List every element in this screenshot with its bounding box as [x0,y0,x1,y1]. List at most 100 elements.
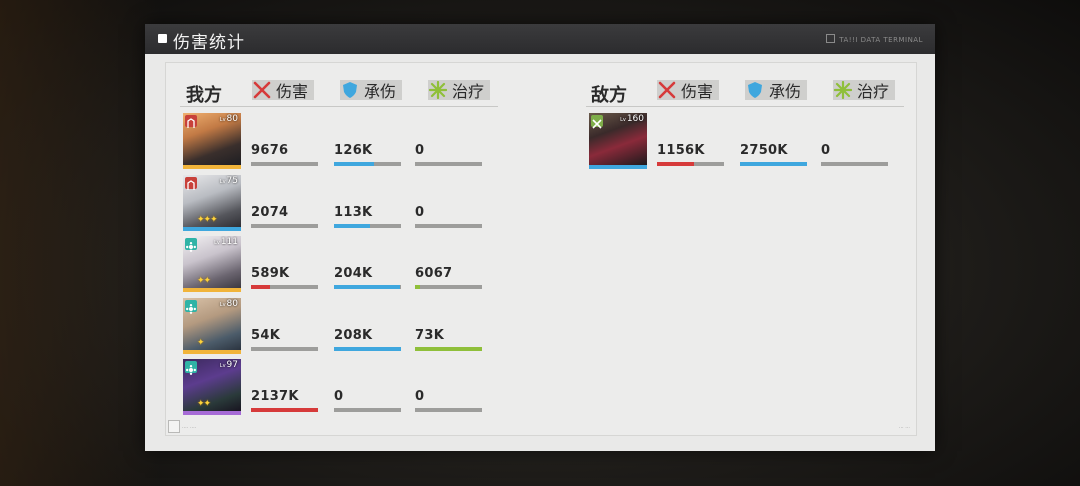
enemy-damage-label: 伤害 [681,82,714,101]
ally-2-taken-value: 113K [334,204,373,220]
medic-icon [185,361,197,375]
ally-3-damage-fill [251,285,270,289]
ally-5-rarity-bar [183,411,241,415]
ally-3-taken-track [334,285,401,289]
enemy-1-taken-value: 2750K [740,143,788,158]
ally-2-damage: 2074 [251,204,318,228]
level-prefix: Lv [620,117,626,123]
ally-3-damage-value: 589K [251,266,290,281]
enemy-1-taken-fill [740,162,807,166]
corner-doc-icon [168,420,180,433]
ally-3-heal-fill [415,285,421,289]
ally-heal-label: 治疗 [452,82,485,101]
ally-3-taken-fill [334,285,400,289]
ally-4-damage-track [251,346,318,351]
ally-1-taken-track [334,162,401,166]
crossed-swords-icon [657,80,677,100]
level-value: 80 [226,298,238,309]
ally-2-taken-track [334,223,401,228]
vanguard-icon [185,176,197,190]
level-prefix: Lv [219,117,226,123]
level-value: 75 [226,175,238,186]
level-prefix: Lv [219,363,226,369]
enemy-1-taken: 2750K [740,143,807,166]
heal-sparkle-icon [428,80,448,100]
enemy-1-heal-track [821,162,888,166]
terminal-text: TA!!I DATA TERMINAL [839,36,923,44]
ally-3-portrait[interactable]: Lv111 ✦✦ [183,236,241,292]
ally-5-heal-track [415,408,482,412]
stats-content: ···· ···· ··· ··· 我方 伤害 承伤 治疗 敌方 伤害 承伤 治… [165,62,917,436]
ally-taken-header: 承伤 [340,80,403,101]
title-bar: 伤害统计 TA!!I DATA TERMINAL [145,24,935,54]
ally-heal-header: 治疗 [428,80,491,101]
ally-2-damage-value: 2074 [251,204,289,220]
level-prefix: Lv [219,301,226,308]
ally-4-damage: 54K [251,328,318,351]
ally-4-taken-fill [334,346,401,351]
ally-3-heal: 6067 [415,266,482,289]
ally-1-level: Lv80 [220,114,238,124]
ally-3-level: Lv111 [214,237,238,247]
enemy-1-portrait[interactable]: Lv160 [589,113,647,169]
enemy-1-taken-track [740,162,807,166]
ally-3-heal-value: 6067 [415,266,453,281]
ally-2-rarity-bar [183,226,241,231]
ally-1-heal-value: 0 [415,143,425,158]
footer-left-text: ···· ···· [182,425,197,431]
ally-1-damage: 9676 [251,143,318,166]
ally-4-level: Lv80 [220,299,238,309]
ally-5-level: Lv97 [220,360,238,370]
shield-icon [745,80,765,100]
level-value: 160 [626,114,644,124]
ally-1-taken-value: 126K [334,143,373,158]
ally-4-potential-stars: ✦ [197,337,204,348]
ally-3-damage-track [251,285,318,289]
ally-5-portrait[interactable]: Lv97 ✦✦ [183,359,241,415]
ally-3-rarity-bar [183,288,241,292]
ally-5-damage-track [251,408,318,412]
enemy-1-heal: 0 [821,143,888,166]
ally-4-taken-value: 208K [334,327,373,343]
ally-damage-label: 伤害 [276,82,309,101]
ally-2-portrait[interactable]: Lv75 ✦✦✦ [183,174,241,231]
enemy-1-level: Lv160 [620,114,644,124]
window-title: 伤害统计 [173,33,245,53]
crossed-swords-icon [252,80,272,100]
enemy-taken-header: 承伤 [745,80,808,101]
ally-4-taken-track [334,346,401,351]
ally-1-damage-value: 9676 [251,143,289,158]
ally-2-taken: 113K [334,204,401,228]
ally-1-portrait[interactable]: Lv80 [183,113,241,169]
enemy-1-damage-track [657,162,724,166]
enemy-side-label: 敌方 [591,85,627,106]
medic-icon [185,299,197,314]
ally-1-heal: 0 [415,143,482,166]
ally-2-heal-track [415,223,482,228]
level-value: 97 [226,360,238,370]
footer-right-text: ··· ··· [898,425,910,431]
ally-5-taken-track [334,408,401,412]
ally-4-heal: 73K [415,328,482,351]
ally-3-taken: 204K [334,266,401,289]
shield-icon [340,80,360,100]
ally-1-taken: 126K [334,143,401,166]
ally-header-divider [180,106,498,107]
ally-2-damage-track [251,223,318,228]
ally-3-damage: 589K [251,266,318,289]
terminal-icon [826,34,836,43]
enemy-heal-label: 治疗 [857,82,890,101]
ally-4-portrait[interactable]: Lv80 ✦ [183,297,241,354]
ally-5-taken-value: 0 [334,389,344,404]
damage-statistics-panel: 伤害统计 TA!!I DATA TERMINAL ···· ···· ··· ·… [145,24,935,451]
enemy-1-rarity-bar [589,165,647,169]
ally-5-taken: 0 [334,389,401,412]
level-prefix: Lv [219,178,226,185]
medic-icon [185,238,197,252]
ally-damage-header: 伤害 [252,80,315,101]
enemy-taken-label: 承伤 [769,82,802,101]
ally-4-heal-track [415,346,482,351]
enemy-1-damage-fill [657,162,694,166]
ally-2-level: Lv75 [220,176,238,186]
ally-5-damage: 2137K [251,389,318,412]
